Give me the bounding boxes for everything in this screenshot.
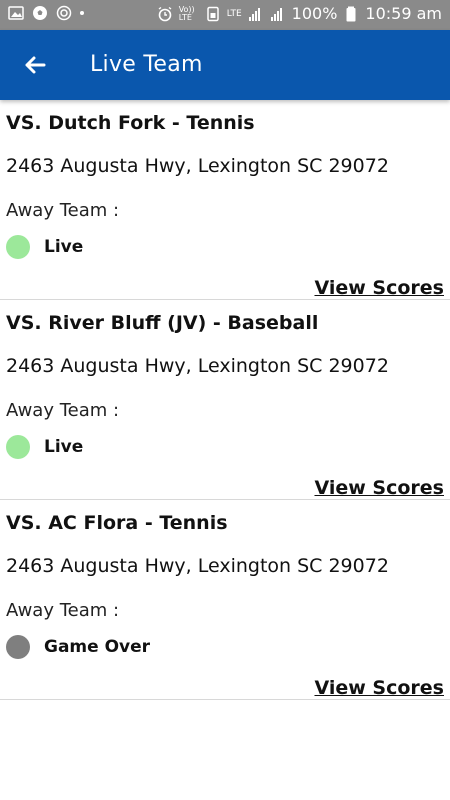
game-title: VS. Dutch Fork - Tennis [6,112,255,134]
lte-indicator: LTE [226,8,242,19]
sim-icon [206,6,219,21]
volte-indicator: Vo)) LTE [178,4,195,22]
status-text: Live [44,437,84,457]
view-scores-link[interactable]: View Scores [314,477,444,499]
away-team-label: Away Team : [6,200,120,221]
status-bar: Vo)) LTE LTE 100% 10:59 am [0,0,450,30]
status-live-icon [6,435,30,459]
page-title: Live Team [90,52,203,77]
back-arrow-icon[interactable] [20,50,50,80]
gallery-icon [8,6,24,20]
game-status: Live [6,435,83,459]
game-list: VS. Dutch Fork - Tennis 2463 Augusta Hwy… [0,100,450,700]
status-text: Live [44,237,84,257]
game-status: Live [6,235,83,259]
battery-percent: 100% [291,4,338,23]
game-address: 2463 Augusta Hwy, Lexington SC 29072 [6,355,389,377]
view-scores-link[interactable]: View Scores [314,677,444,699]
away-team-label: Away Team : [6,600,120,621]
game-card: VS. AC Flora - Tennis 2463 Augusta Hwy, … [0,500,450,700]
app-bar: Live Team [0,30,450,100]
game-address: 2463 Augusta Hwy, Lexington SC 29072 [6,155,389,177]
game-card: VS. River Bluff (JV) - Baseball 2463 Aug… [0,300,450,500]
signal-2-icon [270,7,282,21]
battery-icon [346,6,356,21]
soccer-ball-icon [33,6,47,20]
view-scores-link[interactable]: View Scores [314,277,444,299]
game-card: VS. Dutch Fork - Tennis 2463 Augusta Hwy… [0,100,450,300]
status-live-icon [6,235,30,259]
game-status: Game Over [6,635,150,659]
game-title: VS. AC Flora - Tennis [6,512,228,534]
game-title: VS. River Bluff (JV) - Baseball [6,312,319,334]
signal-icon [248,7,260,21]
status-right-icons: Vo)) LTE LTE 100% 10:59 am [157,4,442,23]
alarm-icon [158,6,172,21]
notification-dot-icon [80,11,84,15]
away-team-label: Away Team : [6,400,120,421]
status-text: Game Over [44,637,151,657]
status-left-icons [8,5,84,21]
game-address: 2463 Augusta Hwy, Lexington SC 29072 [6,555,389,577]
status-over-icon [6,635,30,659]
target-icon [56,5,72,21]
clock: 10:59 am [365,4,442,23]
